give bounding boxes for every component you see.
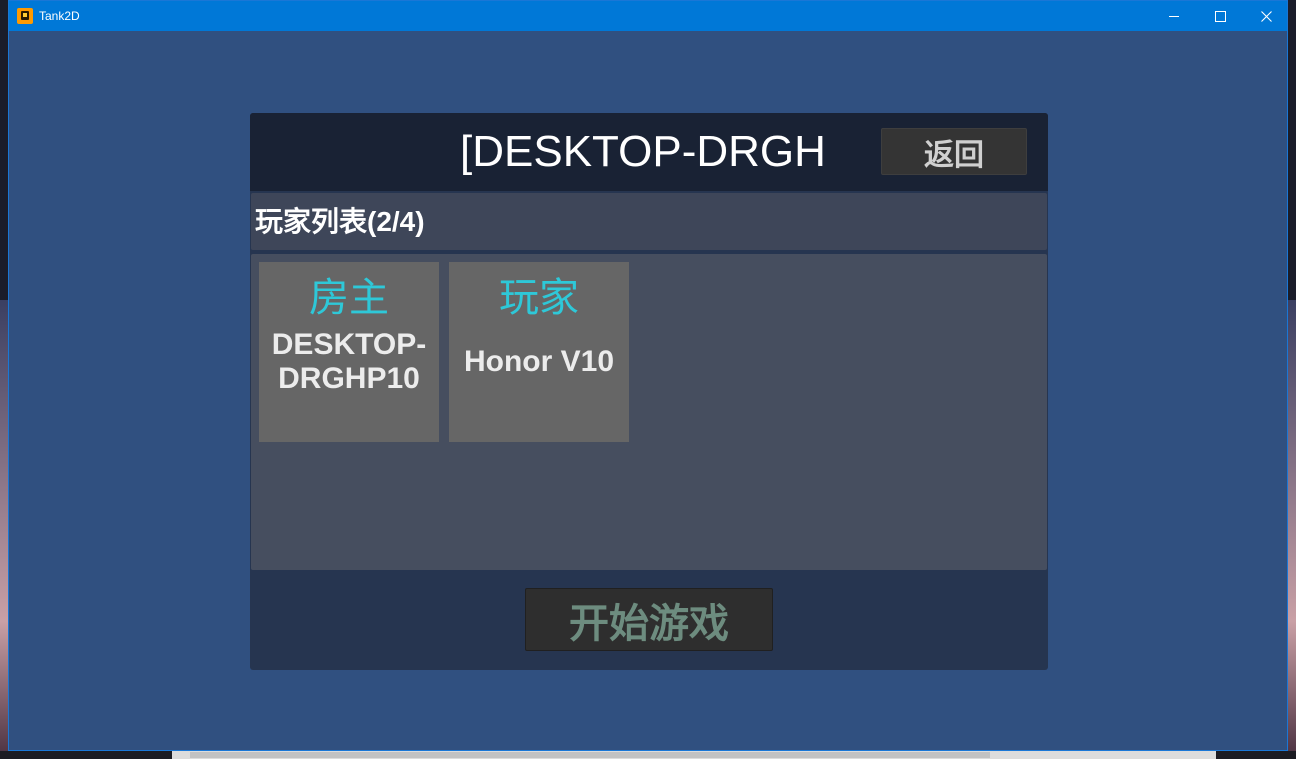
minimize-icon [1169,15,1179,17]
player-list-title: 玩家列表(2/4) [255,206,425,237]
player-role: 房主 [309,276,389,320]
tank-app-icon [17,8,33,24]
player-name: Honor V10 [463,345,615,378]
title-bar: Tank2D [9,1,1287,31]
window-title: Tank2D [39,9,80,23]
minimize-button[interactable] [1151,1,1197,31]
player-list: 房主 DESKTOP-DRGHP10 玩家 Honor V10 [251,254,1047,570]
player-card-guest[interactable]: 玩家 Honor V10 [449,262,629,442]
scrollbar-thumb [190,752,990,758]
player-list-header: 玩家列表(2/4) [251,193,1047,250]
room-header: [DESKTOP-DRGH 返回 [250,113,1048,191]
background-scrollbar [172,751,1216,759]
player-role: 玩家 [499,276,579,320]
player-card-host[interactable]: 房主 DESKTOP-DRGHP10 [259,262,439,442]
back-button[interactable]: 返回 [881,128,1027,175]
room-panel: [DESKTOP-DRGH 返回 玩家列表(2/4) 房主 DESKTOP-DR… [250,113,1048,670]
start-game-button[interactable]: 开始游戏 [525,588,773,651]
maximize-button[interactable] [1197,1,1243,31]
close-icon [1260,10,1272,22]
desktop-background-right [1288,300,1296,759]
app-window: Tank2D [DESKTOP-DRGH 返回 玩家列表(2/4) 房主 DES… [8,0,1288,751]
maximize-icon [1214,10,1226,22]
close-button[interactable] [1243,1,1289,31]
room-title: [DESKTOP-DRGH [460,128,826,176]
player-name: DESKTOP-DRGHP10 [271,328,427,395]
desktop-background-left [0,300,8,759]
